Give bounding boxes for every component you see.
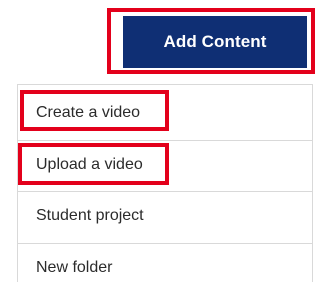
add-content-area: Add Content Create a video Upload a vide… bbox=[0, 0, 327, 282]
menu-item-new-folder[interactable]: New folder bbox=[18, 243, 313, 282]
menu-item-student-project[interactable]: Student project bbox=[18, 191, 313, 239]
highlight-box-upload-video bbox=[18, 143, 169, 185]
add-content-button[interactable]: Add Content bbox=[123, 16, 307, 68]
highlight-box-create-video bbox=[20, 90, 169, 131]
